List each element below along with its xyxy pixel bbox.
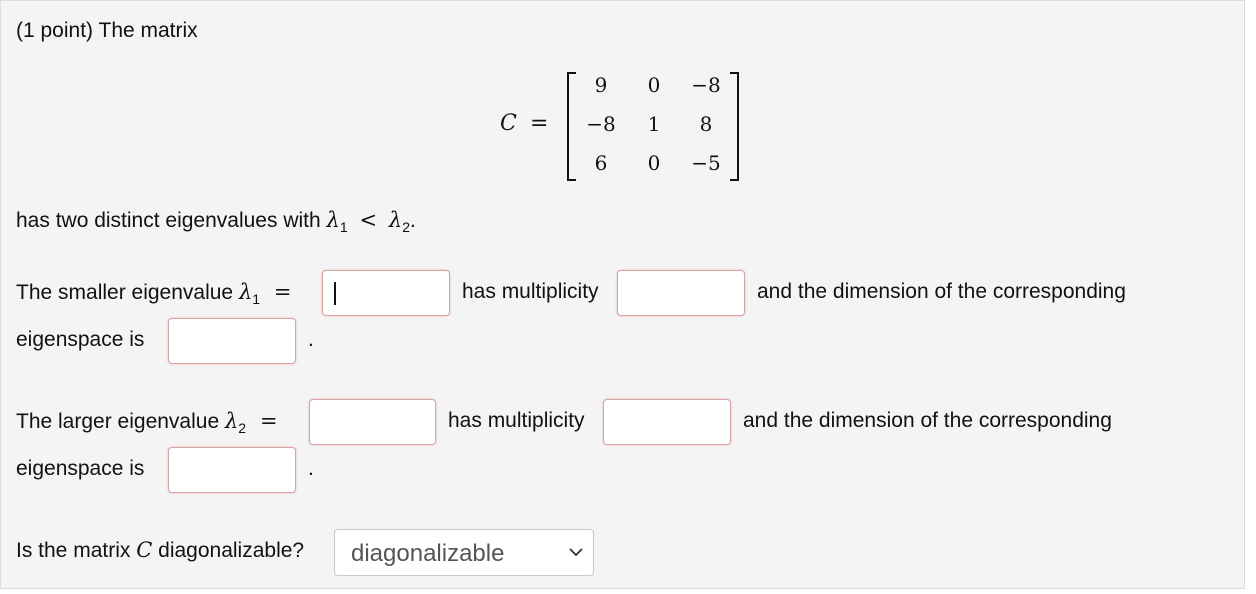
period: . (308, 457, 314, 480)
select-value: diagonalizable (351, 540, 505, 567)
matrix-cell: 6 (594, 151, 608, 175)
distinct-eigenvalues-statement: has two distinct eigenvalues with λ1 < λ… (16, 208, 416, 235)
matrix-cell: 0 (647, 73, 661, 97)
eigenspace-text: eigenspace is (16, 328, 145, 351)
problem-intro: (1 point) The matrix (16, 19, 198, 42)
period: . (308, 328, 314, 351)
problem-panel: (1 point) The matrix C = 9 0 −8 −8 1 8 6… (0, 0, 1245, 589)
smaller-multiplicity-input[interactable] (617, 270, 745, 316)
larger-eigenvalue-label: The larger eigenvalue λ2 = (16, 409, 278, 436)
question-suffix: diagonalizable? (158, 539, 305, 562)
diagonalizable-question: Is the matrix C diagonalizable? (16, 538, 304, 563)
text-cursor (334, 282, 336, 305)
matrix-label: C (136, 538, 153, 562)
lambda-symbol: λ (326, 208, 340, 232)
matrix-cell: 0 (647, 151, 661, 175)
larger-eigenspace-dimension-input[interactable] (168, 447, 296, 493)
equals-symbol: = (259, 409, 278, 433)
less-than-symbol: < (359, 208, 378, 232)
matrix-equals: = (530, 111, 549, 136)
matrix-cell: −5 (691, 151, 721, 175)
matrix-right-bracket (730, 72, 739, 181)
lambda-subscript: 2 (238, 420, 247, 436)
diagonalizable-select[interactable]: diagonalizable (334, 529, 594, 576)
lambda-subscript: 1 (339, 219, 348, 235)
dimension-text: and the dimension of the corresponding (743, 409, 1112, 432)
smaller-eigenspace-dimension-input[interactable] (168, 318, 296, 364)
smaller-eigenvalue-text: The smaller eigenvalue (16, 281, 234, 304)
larger-eigenvalue-input[interactable] (309, 399, 436, 445)
lambda-symbol: λ (388, 208, 403, 232)
matrix-cell: 1 (647, 112, 661, 136)
matrix-left-bracket (567, 72, 576, 181)
lambda-subscript: 2 (402, 219, 411, 235)
lambda-subscript: 1 (252, 291, 261, 307)
lambda-symbol: λ (224, 409, 239, 433)
dimension-text: and the dimension of the corresponding (757, 280, 1126, 303)
matrix-cell: 9 (594, 73, 608, 97)
eigenspace-text: eigenspace is (16, 457, 145, 480)
multiplicity-text: has multiplicity (462, 280, 599, 303)
matrix-label: C (500, 111, 517, 136)
lambda-symbol: λ (238, 280, 253, 304)
matrix-cell: −8 (691, 73, 721, 97)
larger-eigenvalue-text: The larger eigenvalue (16, 410, 220, 433)
chevron-down-icon (569, 548, 583, 557)
multiplicity-text: has multiplicity (448, 409, 585, 432)
distinct-text: has two distinct eigenvalues with (16, 209, 321, 232)
matrix-cell: −8 (586, 112, 616, 136)
smaller-eigenvalue-input[interactable] (322, 270, 450, 316)
larger-multiplicity-input[interactable] (603, 399, 731, 445)
question-prefix: Is the matrix (16, 539, 131, 562)
matrix-cell: 8 (699, 112, 713, 136)
smaller-eigenvalue-label: The smaller eigenvalue λ1 = (16, 280, 292, 307)
equals-symbol: = (273, 280, 292, 304)
period: . (410, 209, 416, 232)
